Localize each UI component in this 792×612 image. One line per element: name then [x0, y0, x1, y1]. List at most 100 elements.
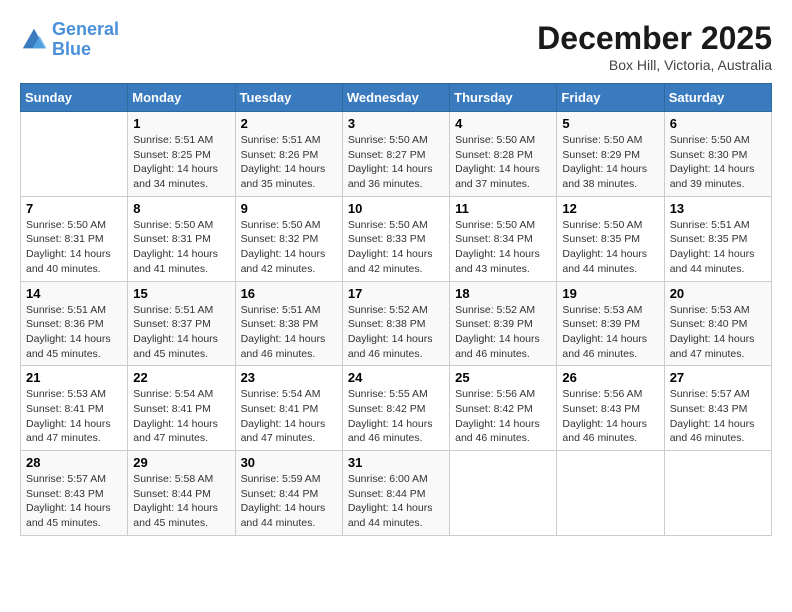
- day-number: 13: [670, 201, 766, 216]
- day-info: Sunrise: 5:54 AMSunset: 8:41 PMDaylight:…: [241, 387, 337, 446]
- day-number: 22: [133, 370, 229, 385]
- calendar-cell: [664, 451, 771, 536]
- calendar-cell: 6 Sunrise: 5:50 AMSunset: 8:30 PMDaylight…: [664, 112, 771, 197]
- day-info: Sunrise: 5:50 AMSunset: 8:31 PMDaylight:…: [133, 218, 229, 277]
- calendar-table: SundayMondayTuesdayWednesdayThursdayFrid…: [20, 83, 772, 536]
- day-info: Sunrise: 5:51 AMSunset: 8:38 PMDaylight:…: [241, 303, 337, 362]
- calendar-cell: 23 Sunrise: 5:54 AMSunset: 8:41 PMDayligh…: [235, 366, 342, 451]
- calendar-cell: 16Sunrise: 5:51 AMSunset: 8:38 PMDayligh…: [235, 281, 342, 366]
- day-info: Sunrise: 5:53 AMSunset: 8:40 PMDaylight:…: [670, 303, 766, 362]
- calendar-cell: 29Sunrise: 5:58 AMSunset: 8:44 PMDayligh…: [128, 451, 235, 536]
- day-info: Sunrise: 5:56 AMSunset: 8:42 PMDaylight:…: [455, 387, 551, 446]
- day-number: 21: [26, 370, 122, 385]
- week-row-2: 7 Sunrise: 5:50 AMSunset: 8:31 PMDaylight…: [21, 196, 772, 281]
- day-number: 7: [26, 201, 122, 216]
- column-header-sunday: Sunday: [21, 84, 128, 112]
- week-row-4: 21 Sunrise: 5:53 AMSunset: 8:41 PMDayligh…: [21, 366, 772, 451]
- day-number: 12: [562, 201, 658, 216]
- day-info: Sunrise: 5:57 AMSunset: 8:43 PMDaylight:…: [670, 387, 766, 446]
- day-number: 23: [241, 370, 337, 385]
- day-info: Sunrise: 5:50 AMSunset: 8:31 PMDaylight:…: [26, 218, 122, 277]
- month-title: December 2025: [537, 20, 772, 57]
- logo-text: General Blue: [52, 20, 119, 60]
- day-info: Sunrise: 5:50 AMSunset: 8:33 PMDaylight:…: [348, 218, 444, 277]
- week-row-5: 28Sunrise: 5:57 AMSunset: 8:43 PMDayligh…: [21, 451, 772, 536]
- day-number: 18: [455, 286, 551, 301]
- logo-icon: [20, 26, 48, 54]
- column-header-thursday: Thursday: [450, 84, 557, 112]
- calendar-cell: 4 Sunrise: 5:50 AMSunset: 8:28 PMDaylight…: [450, 112, 557, 197]
- page-header: General Blue December 2025 Box Hill, Vic…: [20, 20, 772, 73]
- calendar-cell: 5 Sunrise: 5:50 AMSunset: 8:29 PMDaylight…: [557, 112, 664, 197]
- day-info: Sunrise: 5:50 AMSunset: 8:30 PMDaylight:…: [670, 133, 766, 192]
- logo: General Blue: [20, 20, 119, 60]
- calendar-cell: 12 Sunrise: 5:50 AMSunset: 8:35 PMDayligh…: [557, 196, 664, 281]
- column-header-wednesday: Wednesday: [342, 84, 449, 112]
- day-info: Sunrise: 5:54 AMSunset: 8:41 PMDaylight:…: [133, 387, 229, 446]
- calendar-cell: 26Sunrise: 5:56 AMSunset: 8:43 PMDayligh…: [557, 366, 664, 451]
- calendar-cell: 22 Sunrise: 5:54 AMSunset: 8:41 PMDayligh…: [128, 366, 235, 451]
- calendar-cell: [21, 112, 128, 197]
- day-number: 11: [455, 201, 551, 216]
- day-number: 3: [348, 116, 444, 131]
- calendar-cell: [450, 451, 557, 536]
- calendar-cell: 17 Sunrise: 5:52 AMSunset: 8:38 PMDayligh…: [342, 281, 449, 366]
- day-info: Sunrise: 5:50 AMSunset: 8:29 PMDaylight:…: [562, 133, 658, 192]
- calendar-cell: 2 Sunrise: 5:51 AMSunset: 8:26 PMDaylight…: [235, 112, 342, 197]
- day-info: Sunrise: 6:00 AMSunset: 8:44 PMDaylight:…: [348, 472, 444, 531]
- day-info: Sunrise: 5:52 AMSunset: 8:39 PMDaylight:…: [455, 303, 551, 362]
- day-info: Sunrise: 5:51 AMSunset: 8:26 PMDaylight:…: [241, 133, 337, 192]
- day-number: 1: [133, 116, 229, 131]
- day-info: Sunrise: 5:50 AMSunset: 8:35 PMDaylight:…: [562, 218, 658, 277]
- day-number: 5: [562, 116, 658, 131]
- calendar-cell: 28Sunrise: 5:57 AMSunset: 8:43 PMDayligh…: [21, 451, 128, 536]
- calendar-cell: 31 Sunrise: 6:00 AMSunset: 8:44 PMDayligh…: [342, 451, 449, 536]
- calendar-cell: 15 Sunrise: 5:51 AMSunset: 8:37 PMDayligh…: [128, 281, 235, 366]
- calendar-cell: 24 Sunrise: 5:55 AMSunset: 8:42 PMDayligh…: [342, 366, 449, 451]
- day-number: 31: [348, 455, 444, 470]
- title-block: December 2025 Box Hill, Victoria, Austra…: [537, 20, 772, 73]
- column-header-tuesday: Tuesday: [235, 84, 342, 112]
- location: Box Hill, Victoria, Australia: [537, 57, 772, 73]
- day-info: Sunrise: 5:51 AMSunset: 8:35 PMDaylight:…: [670, 218, 766, 277]
- day-info: Sunrise: 5:56 AMSunset: 8:43 PMDaylight:…: [562, 387, 658, 446]
- day-number: 17: [348, 286, 444, 301]
- day-info: Sunrise: 5:50 AMSunset: 8:34 PMDaylight:…: [455, 218, 551, 277]
- day-number: 28: [26, 455, 122, 470]
- day-number: 27: [670, 370, 766, 385]
- calendar-cell: 19 Sunrise: 5:53 AMSunset: 8:39 PMDayligh…: [557, 281, 664, 366]
- column-header-saturday: Saturday: [664, 84, 771, 112]
- calendar-cell: 9Sunrise: 5:50 AMSunset: 8:32 PMDaylight…: [235, 196, 342, 281]
- calendar-cell: 1Sunrise: 5:51 AMSunset: 8:25 PMDaylight…: [128, 112, 235, 197]
- day-number: 24: [348, 370, 444, 385]
- day-number: 15: [133, 286, 229, 301]
- day-info: Sunrise: 5:50 AMSunset: 8:28 PMDaylight:…: [455, 133, 551, 192]
- day-number: 14: [26, 286, 122, 301]
- header-row: SundayMondayTuesdayWednesdayThursdayFrid…: [21, 84, 772, 112]
- week-row-1: 1Sunrise: 5:51 AMSunset: 8:25 PMDaylight…: [21, 112, 772, 197]
- calendar-cell: 25Sunrise: 5:56 AMSunset: 8:42 PMDayligh…: [450, 366, 557, 451]
- day-info: Sunrise: 5:51 AMSunset: 8:37 PMDaylight:…: [133, 303, 229, 362]
- calendar-cell: 3 Sunrise: 5:50 AMSunset: 8:27 PMDaylight…: [342, 112, 449, 197]
- week-row-3: 14Sunrise: 5:51 AMSunset: 8:36 PMDayligh…: [21, 281, 772, 366]
- day-info: Sunrise: 5:53 AMSunset: 8:39 PMDaylight:…: [562, 303, 658, 362]
- day-number: 20: [670, 286, 766, 301]
- day-number: 2: [241, 116, 337, 131]
- day-number: 9: [241, 201, 337, 216]
- calendar-cell: 11 Sunrise: 5:50 AMSunset: 8:34 PMDayligh…: [450, 196, 557, 281]
- day-info: Sunrise: 5:53 AMSunset: 8:41 PMDaylight:…: [26, 387, 122, 446]
- calendar-cell: 20 Sunrise: 5:53 AMSunset: 8:40 PMDayligh…: [664, 281, 771, 366]
- day-info: Sunrise: 5:52 AMSunset: 8:38 PMDaylight:…: [348, 303, 444, 362]
- day-info: Sunrise: 5:55 AMSunset: 8:42 PMDaylight:…: [348, 387, 444, 446]
- column-header-monday: Monday: [128, 84, 235, 112]
- day-number: 10: [348, 201, 444, 216]
- column-header-friday: Friday: [557, 84, 664, 112]
- day-number: 19: [562, 286, 658, 301]
- day-info: Sunrise: 5:50 AMSunset: 8:27 PMDaylight:…: [348, 133, 444, 192]
- calendar-cell: 27 Sunrise: 5:57 AMSunset: 8:43 PMDayligh…: [664, 366, 771, 451]
- day-number: 6: [670, 116, 766, 131]
- day-number: 4: [455, 116, 551, 131]
- day-number: 8: [133, 201, 229, 216]
- calendar-cell: 8 Sunrise: 5:50 AMSunset: 8:31 PMDaylight…: [128, 196, 235, 281]
- calendar-cell: 13 Sunrise: 5:51 AMSunset: 8:35 PMDayligh…: [664, 196, 771, 281]
